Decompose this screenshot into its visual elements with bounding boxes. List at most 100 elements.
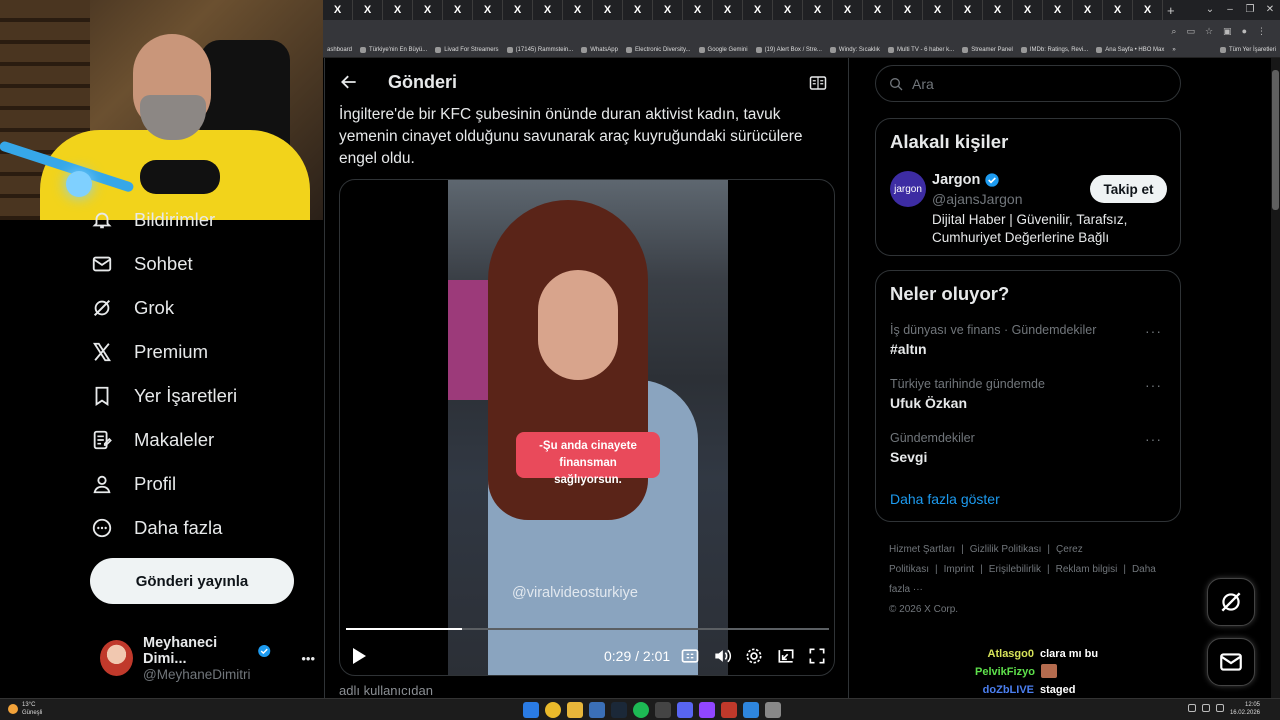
browser-tab[interactable]: X xyxy=(533,0,563,20)
browser-tab[interactable]: X xyxy=(923,0,953,20)
search-input[interactable] xyxy=(912,75,1162,92)
all-bookmarks-button[interactable]: Tüm Yer İşaretleri xyxy=(1216,46,1280,53)
browser-tab[interactable]: X xyxy=(593,0,623,20)
bookmark-item[interactable]: WhatsApp xyxy=(577,46,622,53)
browser-tab[interactable]: X xyxy=(953,0,983,20)
system-tray[interactable] xyxy=(1188,704,1224,712)
app-icon[interactable] xyxy=(589,702,605,718)
cast-icon[interactable]: ▭ xyxy=(1186,26,1195,37)
browser-tab[interactable]: X xyxy=(653,0,683,20)
captions-icon[interactable] xyxy=(680,646,700,666)
volume-icon[interactable] xyxy=(712,646,732,666)
bookmark-item[interactable]: ashboard xyxy=(323,47,356,53)
bookmark-item[interactable]: IMDb: Ratings, Revi... xyxy=(1017,46,1092,53)
scrollbar-thumb[interactable] xyxy=(1272,70,1279,210)
fullscreen-icon[interactable] xyxy=(807,646,827,666)
related-user-name[interactable]: Jargon xyxy=(932,172,1000,188)
browser-tab[interactable]: X xyxy=(1013,0,1043,20)
browser-tab[interactable]: X xyxy=(563,0,593,20)
search-box[interactable] xyxy=(875,65,1181,102)
browser-tab[interactable]: X xyxy=(683,0,713,20)
extensions-icon[interactable]: ▣ xyxy=(1223,26,1232,37)
browser-tab[interactable]: X xyxy=(863,0,893,20)
windows-start-icon[interactable] xyxy=(523,702,539,718)
related-user-handle[interactable]: @ajansJargon xyxy=(932,191,1023,207)
browser-tab[interactable]: X xyxy=(1073,0,1103,20)
minimize-icon[interactable]: – xyxy=(1220,0,1240,20)
reader-mode-icon[interactable] xyxy=(809,74,827,92)
show-more-link[interactable]: Daha fazla göster xyxy=(890,491,1000,507)
sidebar-item-profil[interactable]: Profil xyxy=(90,468,176,500)
video-player[interactable]: -Şu anda cinayete finansman sağlıyorsun.… xyxy=(339,179,835,676)
bookmark-item[interactable]: Google Gemini xyxy=(695,46,752,53)
related-user-name-text[interactable]: Jargon xyxy=(932,172,980,188)
page-scrollbar[interactable] xyxy=(1271,58,1280,698)
jargon-avatar[interactable]: jargon xyxy=(890,171,926,207)
bookmark-item[interactable]: Electronic Diversity... xyxy=(622,46,695,53)
close-icon[interactable]: ✕ xyxy=(1260,0,1280,20)
footer-link[interactable]: Erişilebilirlik xyxy=(989,564,1041,575)
app-icon[interactable] xyxy=(721,702,737,718)
browser-tab[interactable]: X xyxy=(713,0,743,20)
taskbar-clock[interactable]: 12:05 16.02.2026 xyxy=(1230,701,1260,717)
account-switcher[interactable]: Meyhaneci Dimi... @MeyhaneDimitri ••• xyxy=(100,635,315,682)
footer-link[interactable]: Hizmet Şartları xyxy=(889,544,955,555)
bookmark-item[interactable]: Türkiye'nin En Büyü... xyxy=(356,46,431,53)
trend-name[interactable]: Ufuk Özkan xyxy=(890,395,1170,411)
trend-name[interactable]: #altın xyxy=(890,341,1170,357)
profile-icon[interactable]: ● xyxy=(1242,26,1247,36)
browser-tab[interactable]: X xyxy=(1043,0,1073,20)
spotify-icon[interactable] xyxy=(633,702,649,718)
account-more-icon[interactable]: ••• xyxy=(301,651,315,666)
trend-item[interactable]: Türkiye tarihinde gündemde Ufuk Özkan ··… xyxy=(890,377,1170,411)
trend-name[interactable]: Sevgi xyxy=(890,449,1170,465)
tab-search-icon[interactable]: ⌄ xyxy=(1200,0,1220,20)
steam-icon[interactable] xyxy=(611,702,627,718)
app-icon[interactable] xyxy=(655,702,671,718)
picture-in-picture-icon[interactable] xyxy=(776,646,796,666)
browser-tab[interactable]: X xyxy=(983,0,1013,20)
bookmark-item[interactable]: (19) Alert Box / Stre... xyxy=(752,46,826,53)
app-icon[interactable] xyxy=(743,702,759,718)
browser-tab[interactable]: X xyxy=(413,0,443,20)
footer-link[interactable]: Imprint xyxy=(944,564,975,575)
bookmark-item[interactable]: Streamer Panel xyxy=(958,46,1017,53)
trend-more-icon[interactable]: ··· xyxy=(1145,323,1162,339)
browser-tab[interactable]: X xyxy=(1103,0,1133,20)
play-icon[interactable] xyxy=(350,646,368,666)
browser-tab[interactable]: X xyxy=(743,0,773,20)
sidebar-item-daha-fazla[interactable]: Daha fazla xyxy=(90,512,222,544)
chrome-icon[interactable] xyxy=(545,702,561,718)
sidebar-item-sohbet[interactable]: Sohbet xyxy=(90,248,193,280)
trend-item[interactable]: Gündemdekiler Sevgi ··· xyxy=(890,431,1170,465)
footer-link[interactable]: Reklam bilgisi xyxy=(1056,564,1118,575)
trend-more-icon[interactable]: ··· xyxy=(1145,431,1162,447)
browser-tab[interactable]: X xyxy=(353,0,383,20)
weather-widget[interactable]: 13°C Güneşli xyxy=(8,701,42,717)
browser-tab[interactable]: X xyxy=(1133,0,1163,20)
bookmarks-overflow-button[interactable]: » xyxy=(1168,47,1179,53)
video-frame[interactable] xyxy=(448,180,728,675)
grok-fab-button[interactable] xyxy=(1207,578,1255,626)
browser-tab[interactable]: X xyxy=(503,0,533,20)
menu-icon[interactable]: ⋮ xyxy=(1257,26,1266,37)
browser-tab[interactable]: X xyxy=(473,0,503,20)
back-arrow-icon[interactable] xyxy=(339,72,359,92)
settings-gear-icon[interactable] xyxy=(744,646,764,666)
browser-tab[interactable]: X xyxy=(323,0,353,20)
file-explorer-icon[interactable] xyxy=(567,702,583,718)
maximize-icon[interactable]: ❐ xyxy=(1240,0,1260,20)
sidebar-item-yer-i-aretleri[interactable]: Yer İşaretleri xyxy=(90,380,237,412)
twitch-icon[interactable] xyxy=(699,702,715,718)
trend-item[interactable]: İş dünyası ve finans · Gündemdekiler #al… xyxy=(890,323,1170,357)
browser-tab[interactable]: X xyxy=(383,0,413,20)
bookmark-item[interactable]: (17145) Rammstein... xyxy=(503,46,578,53)
bookmark-item[interactable]: Ana Sayfa • HBO Max xyxy=(1092,46,1168,53)
bookmark-item[interactable]: Windy: Sıcaklık xyxy=(826,46,884,53)
sidebar-item-makaleler[interactable]: Makaleler xyxy=(90,424,214,456)
zoom-icon[interactable]: ⌕ xyxy=(1171,26,1176,37)
sidebar-item-premium[interactable]: Premium xyxy=(90,336,208,368)
app-icon[interactable] xyxy=(765,702,781,718)
browser-tab[interactable]: X xyxy=(623,0,653,20)
sidebar-item-grok[interactable]: Grok xyxy=(90,292,174,324)
